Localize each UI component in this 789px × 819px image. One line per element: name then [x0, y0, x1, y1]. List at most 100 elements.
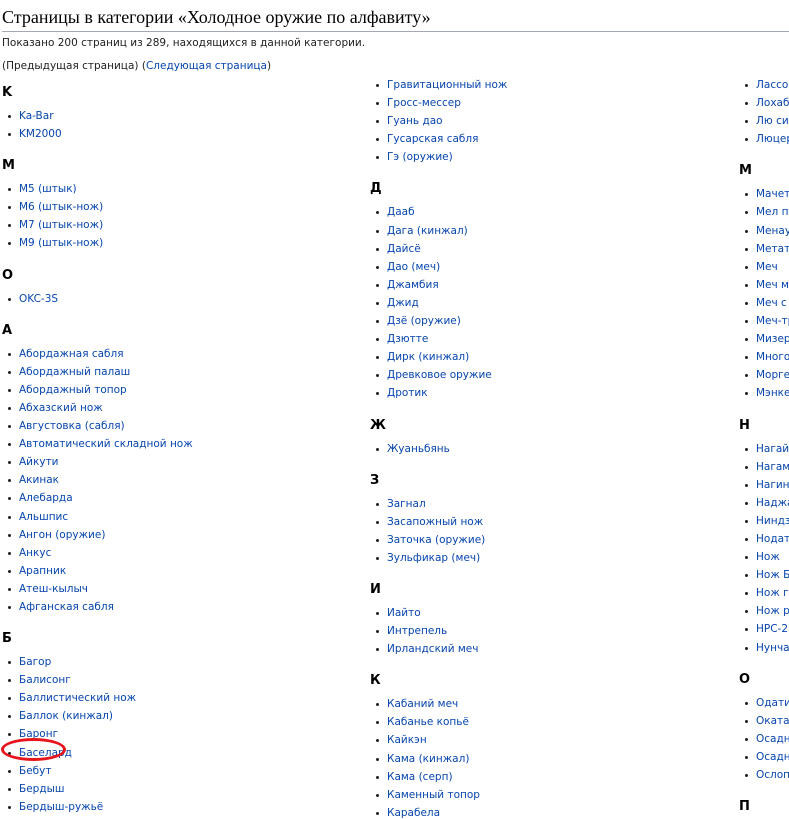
category-page-link[interactable]: Афганская сабля — [19, 601, 114, 613]
category-page-link[interactable]: Мел пу — [756, 206, 789, 218]
category-page-link[interactable]: Окатан — [756, 715, 789, 727]
category-item: Древковое оружие — [370, 366, 507, 384]
category-page-link[interactable]: Джид — [387, 297, 419, 309]
category-page-link[interactable]: Древковое оружие — [387, 369, 492, 381]
category-page-link[interactable]: Заточка (оружие) — [387, 534, 485, 546]
category-page-link[interactable]: Многог — [756, 351, 789, 363]
category-page-link[interactable]: M9 (штык-нож) — [19, 237, 103, 249]
category-page-link[interactable]: Кабаний меч — [387, 698, 458, 710]
pagination: (Предыдущая страница) (Следующая страниц… — [2, 60, 271, 72]
category-page-link[interactable]: Нагайк — [756, 443, 789, 455]
category-page-link[interactable]: Ka-Bar — [19, 110, 54, 122]
category-page-link[interactable]: Нож ра — [756, 605, 789, 617]
category-page-link[interactable]: Гросс-мессер — [387, 97, 461, 109]
category-page-link[interactable]: Баселард — [19, 747, 72, 759]
category-page-link[interactable]: Баллистический нож — [19, 692, 136, 704]
category-item: Многог — [739, 348, 789, 366]
category-page-link[interactable]: Люцерн — [756, 133, 789, 145]
category-page-link[interactable]: Бердыш-ружьё — [19, 801, 103, 813]
category-page-link[interactable]: Загнал — [387, 498, 426, 510]
category-page-link[interactable]: Акинак — [19, 474, 59, 486]
category-page-link[interactable]: Гусарская сабля — [387, 133, 478, 145]
category-page-link[interactable]: Джамбия — [387, 279, 439, 291]
category-page-link[interactable]: Иайто — [387, 607, 421, 619]
category-page-link[interactable]: Менаул — [756, 225, 789, 237]
category-page-link[interactable]: Айкути — [19, 456, 59, 468]
category-page-link[interactable]: Дзё (оружие) — [387, 315, 461, 327]
category-page-link[interactable]: Морген — [756, 369, 789, 381]
category-page-link[interactable]: Багор — [19, 656, 51, 668]
category-page-link[interactable]: Мэнкет — [756, 387, 789, 399]
category-page-link[interactable]: Бердыш — [19, 783, 65, 795]
category-page-link[interactable]: Меч-тр — [756, 315, 789, 327]
category-page-link[interactable]: Августовка (сабля) — [19, 420, 125, 432]
category-page-link[interactable]: Лассо — [756, 79, 788, 91]
category-page-link[interactable]: Гэ (оружие) — [387, 151, 453, 163]
category-page-link[interactable]: Лохабе — [756, 97, 789, 109]
category-page-link[interactable]: Нагина — [756, 479, 789, 491]
category-page-link[interactable]: Абордажная сабля — [19, 348, 124, 360]
category-page-link[interactable]: Дайсё — [387, 243, 421, 255]
category-page-link[interactable]: Дао (меч) — [387, 261, 440, 273]
category-page-link[interactable]: Дирк (кинжал) — [387, 351, 469, 363]
category-page-link[interactable]: Засапожный нож — [387, 516, 483, 528]
category-page-link[interactable]: Осадны — [756, 751, 789, 763]
category-page-link[interactable]: Ослоп — [756, 769, 789, 781]
category-page-link[interactable]: Нагама — [756, 461, 789, 473]
category-page-link[interactable]: Интрепель — [387, 625, 447, 637]
category-page-link[interactable]: Меч — [756, 261, 778, 273]
category-page-link[interactable]: Гравитационный нож — [387, 79, 507, 91]
category-page-link[interactable]: Анкус — [19, 547, 51, 559]
next-page-link[interactable]: Следующая страница — [146, 60, 267, 72]
category-page-link[interactable]: Арапник — [19, 565, 66, 577]
category-page-link[interactable]: M5 (штык) — [19, 183, 77, 195]
category-page-link[interactable]: Альшпис — [19, 511, 68, 523]
category-page-link[interactable]: Гуань дао — [387, 115, 443, 127]
category-page-link[interactable]: Одати — [756, 697, 789, 709]
category-page-link[interactable]: Автоматический складной нож — [19, 438, 193, 450]
category-page-link[interactable]: Кама (серп) — [387, 771, 453, 783]
category-page-link[interactable]: Ниндзя — [756, 515, 789, 527]
category-page-link[interactable]: Ангон (оружие) — [19, 529, 105, 541]
category-page-link[interactable]: Лю син — [756, 115, 789, 127]
category-page-link[interactable]: Баронг — [19, 728, 58, 740]
category-page-link[interactable]: Баллок (кинжал) — [19, 710, 113, 722]
category-page-link[interactable]: Каменный топор — [387, 789, 480, 801]
category-page-link[interactable]: Дага (кинжал) — [387, 225, 468, 237]
category-page-link[interactable]: Ирландский меч — [387, 643, 478, 655]
category-page-link[interactable]: M7 (штык-нож) — [19, 219, 103, 231]
category-page-link[interactable]: Кайкэн — [387, 734, 427, 746]
category-page-link[interactable]: Нодати — [756, 533, 789, 545]
category-page-link[interactable]: Зульфикар (меч) — [387, 552, 480, 564]
category-page-link[interactable]: OKC-3S — [19, 293, 58, 305]
category-page-link[interactable]: Дзютте — [387, 333, 428, 345]
category-page-link[interactable]: Нож — [756, 551, 780, 563]
category-page-link[interactable]: Меч с к — [756, 297, 789, 309]
category-page-link[interactable]: M6 (штык-нож) — [19, 201, 103, 213]
category-page-link[interactable]: Жуаньбянь — [387, 443, 450, 455]
category-page-link[interactable]: Балисонг — [19, 674, 71, 686]
category-page-link[interactable]: Кама (кинжал) — [387, 753, 469, 765]
category-page-link[interactable]: Карабела — [387, 807, 440, 819]
category-page-link[interactable]: Атеш-кылыч — [19, 583, 88, 595]
category-item: Мизери — [739, 330, 789, 348]
category-page-link[interactable]: Алебарда — [19, 492, 73, 504]
category-page-link[interactable]: Бебут — [19, 765, 51, 777]
category-page-link[interactable]: Наджак — [756, 497, 789, 509]
category-page-link[interactable]: Меч ме — [756, 279, 789, 291]
category-page-link[interactable]: НРС-2 — [756, 623, 788, 635]
category-page-link[interactable]: Абордажный палаш — [19, 366, 130, 378]
category-page-link[interactable]: Осадно — [756, 733, 789, 745]
category-page-link[interactable]: Дааб — [387, 206, 415, 218]
category-page-link[interactable]: Нож ги — [756, 587, 789, 599]
category-page-link[interactable]: Дротик — [387, 387, 428, 399]
category-page-link[interactable]: Абордажный топор — [19, 384, 127, 396]
category-page-link[interactable]: KM2000 — [19, 128, 62, 140]
category-page-link[interactable]: Абхазский нож — [19, 402, 103, 414]
category-page-link[interactable]: Метате — [756, 243, 789, 255]
category-page-link[interactable]: Нунчак — [756, 642, 789, 654]
category-page-link[interactable]: Мачете — [756, 188, 789, 200]
category-page-link[interactable]: Мизери — [756, 333, 789, 345]
category-page-link[interactable]: Кабанье копьё — [387, 716, 469, 728]
category-page-link[interactable]: Нож Бо — [756, 569, 789, 581]
